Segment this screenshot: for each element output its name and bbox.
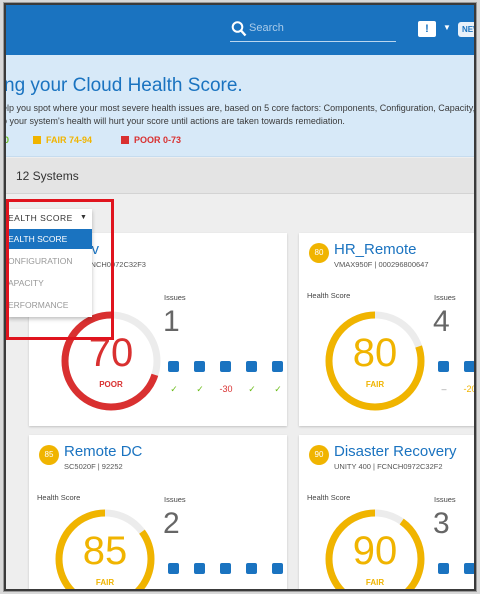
highlight-box [6,199,114,340]
intro-banner: ng your Cloud Health Score. elp you spot… [6,55,474,157]
issues-count: 4 [433,305,450,338]
health-score-gauge: 80 FAIR [321,307,429,415]
search-input[interactable]: Search [230,18,396,42]
category-icons [168,563,283,577]
score-badge: 90 [309,445,329,465]
system-name[interactable]: Remote DC [64,443,142,460]
settings-icon[interactable] [194,361,205,372]
document-icon[interactable] [438,361,449,372]
systems-count: 12 Systems [16,169,79,183]
score-status: POOR [99,380,123,389]
system-model: SC5020F | 92252 [64,462,123,471]
score-badge: 85 [39,445,59,465]
new-badge[interactable]: NEW [458,22,474,37]
score-value: 85 [82,529,128,573]
health-score-label: Health Score [37,493,81,502]
legend-poor: POOR 0-73 [121,135,181,145]
category-status: ✓ [170,384,178,394]
database-icon[interactable] [220,563,231,574]
health-score-gauge: 85 FAIR [51,505,159,589]
category-status: -20 [463,384,476,394]
category-status: ✓ [196,384,204,394]
category-icons [168,361,283,375]
system-card[interactable]: 90 Disaster Recovery UNITY 400 | FCNCH0972… [299,435,474,589]
issues-label: Issues [434,293,456,302]
legend-good: 0 [4,135,10,145]
document-icon[interactable] [438,563,449,574]
category-status: – [441,384,447,394]
systems-bar: 12 Systems [6,158,474,194]
chart-icon[interactable] [246,563,257,574]
issues-label: Issues [164,495,186,504]
system-card[interactable]: 85 Remote DC SC5020F | 92252 Health Score Is… [29,435,287,589]
category-icons [438,563,474,577]
banner-text-line-2: o your system's health will hurt your sc… [4,116,345,126]
issues-label: Issues [164,293,186,302]
system-card[interactable]: 80 HR_Remote VMAX950F | 000296800647 Health… [299,233,476,426]
settings-icon[interactable] [464,361,474,372]
app-window: Search ! ▼ NEW ng your Cloud Health Scor… [4,3,476,591]
alerts-icon[interactable]: ! [418,21,436,37]
shield-icon[interactable] [272,361,283,372]
score-value: 80 [352,331,398,375]
score-value: 90 [352,529,398,573]
health-score-label: Health Score [307,493,351,502]
poor-swatch [121,136,129,144]
score-status: FAIR [365,380,385,389]
search-placeholder: Search [249,22,284,34]
system-name[interactable]: HR_Remote [334,241,417,258]
health-score-gauge: 90 FAIR [321,505,429,589]
search-icon [231,21,247,37]
category-icons [438,361,474,375]
settings-icon[interactable] [464,563,474,574]
issues-count: 2 [163,507,180,540]
chart-icon[interactable] [246,361,257,372]
system-name[interactable]: Disaster Recovery [334,443,457,460]
category-status: ✓ [274,384,282,394]
document-icon[interactable] [168,361,179,372]
legend-fair: FAIR 74-94 [33,135,92,145]
chevron-down-icon[interactable]: ▼ [443,23,451,32]
system-model: UNITY 400 | FCNCH0972C32F2 [334,462,443,471]
system-model: VMAX950F | 000296800647 [334,260,429,269]
banner-text-line-1: elp you spot where your most severe heal… [4,103,476,113]
category-status: -30 [219,384,233,394]
top-bar: Search ! ▼ NEW [6,5,474,55]
page-title: ng your Cloud Health Score. [4,75,243,96]
issues-label: Issues [434,495,456,504]
database-icon[interactable] [220,361,231,372]
health-score-label: Health Score [307,291,351,300]
score-badge: 80 [309,243,329,263]
category-status: ✓ [248,384,256,394]
score-status: FAIR [95,578,115,587]
issues-count: 1 [163,305,180,338]
score-status: FAIR [365,578,385,587]
document-icon[interactable] [168,563,179,574]
issues-count: 3 [433,507,450,540]
settings-icon[interactable] [194,563,205,574]
shield-icon[interactable] [272,563,283,574]
fair-swatch [33,136,41,144]
